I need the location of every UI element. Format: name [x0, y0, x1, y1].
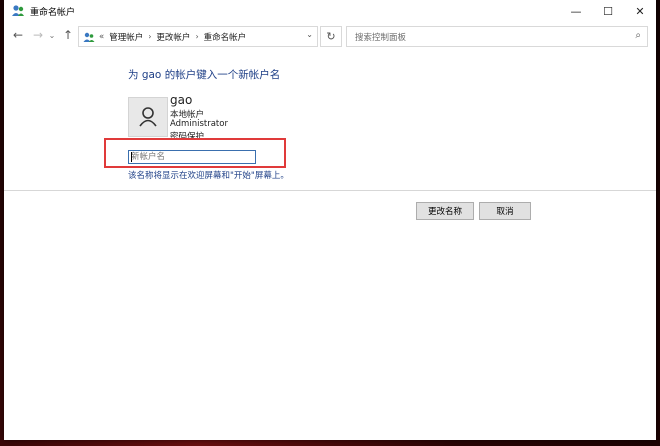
- breadcrumb-manage-accounts[interactable]: 管理帐户: [109, 31, 143, 43]
- maximize-button[interactable]: ☐: [592, 0, 624, 22]
- recent-locations-chevron-icon[interactable]: ⌄: [44, 27, 60, 43]
- highlight-box: [104, 138, 286, 168]
- navigation-bar: ← → ⌄ ↑ « 管理帐户 › 更改帐户 › 重命名帐户 ⌄ ↻ 搜索控制面板…: [4, 22, 656, 50]
- control-panel-icon: [83, 32, 95, 42]
- change-name-button[interactable]: 更改名称: [416, 202, 474, 220]
- breadcrumb-separator-icon[interactable]: ›: [195, 32, 198, 41]
- page-heading: 为 gao 的帐户键入一个新帐户名: [128, 69, 281, 81]
- breadcrumb-overflow-icon[interactable]: «: [99, 32, 104, 42]
- back-arrow-icon[interactable]: ←: [10, 27, 26, 43]
- search-icon[interactable]: ⌕: [635, 30, 641, 41]
- title-bar: 重命名帐户 — ☐ ✕: [4, 0, 656, 22]
- refresh-button[interactable]: ↻: [320, 26, 342, 47]
- address-bar[interactable]: « 管理帐户 › 更改帐户 › 重命名帐户 ⌄: [78, 26, 318, 47]
- search-placeholder: 搜索控制面板: [355, 33, 407, 43]
- avatar: [128, 97, 168, 137]
- window-title: 重命名帐户: [30, 8, 76, 18]
- breadcrumb-change-account[interactable]: 更改帐户: [156, 31, 190, 43]
- breadcrumb-rename-account[interactable]: 重命名帐户: [204, 31, 247, 43]
- user-accounts-icon: [12, 5, 24, 16]
- cancel-button[interactable]: 取消: [479, 202, 531, 220]
- divider: [4, 190, 656, 191]
- rename-account-window: 重命名帐户 — ☐ ✕ ← → ⌄ ↑ « 管理帐户 › 更改帐户 › 重命名帐…: [4, 0, 656, 440]
- account-password-status: 密码保护: [170, 132, 205, 138]
- user-silhouette-icon: [139, 107, 157, 127]
- minimize-button[interactable]: —: [560, 0, 592, 22]
- close-button[interactable]: ✕: [624, 0, 656, 22]
- refresh-icon: ↻: [326, 30, 336, 43]
- account-name: gao: [170, 93, 193, 107]
- up-arrow-icon[interactable]: ↑: [60, 27, 76, 43]
- address-chevron-down-icon[interactable]: ⌄: [306, 30, 313, 39]
- account-group: Administrator: [170, 119, 228, 129]
- name-hint-text: 该名称将显示在欢迎屏幕和"开始"屏幕上。: [128, 171, 289, 181]
- breadcrumb-separator-icon[interactable]: ›: [148, 32, 151, 41]
- search-box[interactable]: 搜索控制面板 ⌕: [346, 26, 648, 47]
